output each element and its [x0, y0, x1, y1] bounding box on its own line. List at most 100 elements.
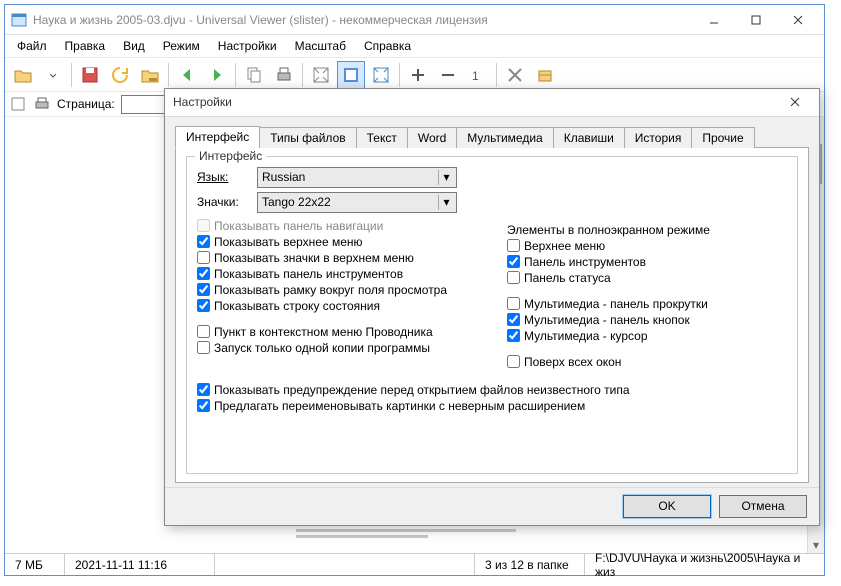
- right2-check-checkbox-0[interactable]: [507, 297, 520, 310]
- menu-view[interactable]: Вид: [115, 37, 153, 55]
- menu-zoom[interactable]: Масштаб: [287, 37, 354, 55]
- save-icon[interactable]: [76, 61, 104, 89]
- svg-text:1: 1: [472, 69, 479, 83]
- lang-combo[interactable]: Russian ▾: [257, 167, 457, 188]
- prev-icon[interactable]: [173, 61, 201, 89]
- tab-text[interactable]: Текст: [356, 127, 408, 148]
- menu-help[interactable]: Справка: [356, 37, 419, 55]
- left-check-checkbox-3[interactable]: [197, 267, 210, 280]
- icons-combo[interactable]: Tango 22x22 ▾: [257, 192, 457, 213]
- next-icon[interactable]: [203, 61, 231, 89]
- bottom-check-checkbox-1[interactable]: [197, 399, 210, 412]
- left2-check-0[interactable]: Пункт в контекстном меню Проводника: [197, 325, 477, 339]
- right-check-1[interactable]: Панель инструментов: [507, 255, 787, 269]
- left-check-checkbox-5[interactable]: [197, 299, 210, 312]
- toolbar2-print-icon[interactable]: [33, 95, 51, 113]
- right2-check-checkbox-1[interactable]: [507, 313, 520, 326]
- fullscreen-icon[interactable]: [367, 61, 395, 89]
- bottom-check-1[interactable]: Предлагать переименовывать картинки с не…: [197, 399, 787, 413]
- left-check-label-0: Показывать панель навигации: [214, 219, 383, 233]
- cancel-button[interactable]: Отмена: [719, 495, 807, 518]
- menu-file[interactable]: Файл: [9, 37, 55, 55]
- tab-keys[interactable]: Клавиши: [553, 127, 625, 148]
- left-check-checkbox-1[interactable]: [197, 235, 210, 248]
- left-check-3[interactable]: Показывать панель инструментов: [197, 267, 477, 281]
- tab-multimedia[interactable]: Мультимедиа: [456, 127, 553, 148]
- left2-check-label-0: Пункт в контекстном меню Проводника: [214, 325, 433, 339]
- left-check-5[interactable]: Показывать строку состояния: [197, 299, 477, 313]
- left-check-1[interactable]: Показывать верхнее меню: [197, 235, 477, 249]
- right2-check-0[interactable]: Мультимедиа - панель прокрутки: [507, 297, 787, 311]
- right-check-2[interactable]: Панель статуса: [507, 271, 787, 285]
- left-check-label-5: Показывать строку состояния: [214, 299, 380, 313]
- left-check-0: Показывать панель навигации: [197, 219, 477, 233]
- right2-check-1[interactable]: Мультимедиа - панель кнопок: [507, 313, 787, 327]
- menubar: Файл Правка Вид Режим Настройки Масштаб …: [5, 35, 824, 57]
- dialog-close-button[interactable]: [779, 92, 811, 112]
- window-title: Наука и жизнь 2005-03.djvu - Universal V…: [33, 13, 694, 27]
- left-check-2[interactable]: Показывать значки в верхнем меню: [197, 251, 477, 265]
- zoom-100-icon[interactable]: 1: [464, 61, 492, 89]
- bottom-check-0[interactable]: Показывать предупреждение перед открытие…: [197, 383, 787, 397]
- right-check-0[interactable]: Верхнее меню: [507, 239, 787, 253]
- bottom-check-checkbox-0[interactable]: [197, 383, 210, 396]
- left2-check-1[interactable]: Запуск только одной копии программы: [197, 341, 477, 355]
- copy-icon[interactable]: [240, 61, 268, 89]
- chevron-down-icon: ▾: [438, 170, 454, 185]
- left-check-label-4: Показывать рамку вокруг поля просмотра: [214, 283, 447, 297]
- right2-check-label-0: Мультимедиа - панель прокрутки: [524, 297, 708, 311]
- right-check-checkbox-0[interactable]: [507, 239, 520, 252]
- left-check-label-3: Показывать панель инструментов: [214, 267, 403, 281]
- right-check-checkbox-2[interactable]: [507, 271, 520, 284]
- titlebar: Наука и жизнь 2005-03.djvu - Universal V…: [5, 5, 824, 35]
- menu-edit[interactable]: Правка: [57, 37, 114, 55]
- menu-mode[interactable]: Режим: [155, 37, 208, 55]
- zoom-in-icon[interactable]: [404, 61, 432, 89]
- minimize-button[interactable]: [694, 8, 734, 32]
- right3-check-0[interactable]: Поверх всех окон: [507, 355, 787, 369]
- left-check-checkbox-2[interactable]: [197, 251, 210, 264]
- bottom-check-label-0: Показывать предупреждение перед открытие…: [214, 383, 630, 397]
- print-icon[interactable]: [270, 61, 298, 89]
- tabpage-interface: Интерфейс Язык: Russian ▾ Значки: Tango …: [175, 147, 809, 483]
- left-check-checkbox-0: [197, 219, 210, 232]
- status-path: F:\DJVU\Наука и жизнь\2005\Наука и жиз: [585, 554, 824, 575]
- settings-dialog: Настройки Интерфейс Типы файлов Текст Wo…: [164, 88, 820, 526]
- open-icon[interactable]: [9, 61, 37, 89]
- bottom-check-label-1: Предлагать переименовывать картинки с не…: [214, 399, 585, 413]
- close-button[interactable]: [778, 8, 818, 32]
- left2-check-checkbox-0[interactable]: [197, 325, 210, 338]
- toolbar2-icon-1[interactable]: [9, 95, 27, 113]
- package-icon[interactable]: [531, 61, 559, 89]
- open-dropdown-icon[interactable]: [39, 61, 67, 89]
- tab-word[interactable]: Word: [407, 127, 457, 148]
- left-check-label-2: Показывать значки в верхнем меню: [214, 251, 414, 265]
- right-check-label-0: Верхнее меню: [524, 239, 605, 253]
- tools-icon[interactable]: [501, 61, 529, 89]
- tab-filetypes[interactable]: Типы файлов: [259, 127, 356, 148]
- tabstrip: Интерфейс Типы файлов Текст Word Мультим…: [175, 126, 809, 148]
- right2-check-label-2: Мультимедиа - курсор: [524, 329, 648, 343]
- zoom-out-icon[interactable]: [434, 61, 462, 89]
- fit-icon[interactable]: [307, 61, 335, 89]
- maximize-button[interactable]: [736, 8, 776, 32]
- reload-icon[interactable]: [106, 61, 134, 89]
- scroll-down-icon[interactable]: ▾: [808, 536, 824, 553]
- tab-interface[interactable]: Интерфейс: [175, 126, 260, 148]
- tab-history[interactable]: История: [624, 127, 693, 148]
- left-column: Показывать панель навигации Показывать ве…: [197, 217, 477, 371]
- right2-check-checkbox-2[interactable]: [507, 329, 520, 342]
- ok-button[interactable]: OK: [623, 495, 711, 518]
- left2-check-checkbox-1[interactable]: [197, 341, 210, 354]
- right-check-label-1: Панель инструментов: [524, 255, 646, 269]
- folder2-icon[interactable]: [136, 61, 164, 89]
- right2-check-2[interactable]: Мультимедиа - курсор: [507, 329, 787, 343]
- left-check-checkbox-4[interactable]: [197, 283, 210, 296]
- tab-other[interactable]: Прочие: [691, 127, 754, 148]
- fit-width-icon[interactable]: [337, 61, 365, 89]
- menu-settings[interactable]: Настройки: [210, 37, 285, 55]
- right3-check-checkbox-0[interactable]: [507, 355, 520, 368]
- right-check-checkbox-1[interactable]: [507, 255, 520, 268]
- left-check-4[interactable]: Показывать рамку вокруг поля просмотра: [197, 283, 477, 297]
- right3-check-label-0: Поверх всех окон: [524, 355, 621, 369]
